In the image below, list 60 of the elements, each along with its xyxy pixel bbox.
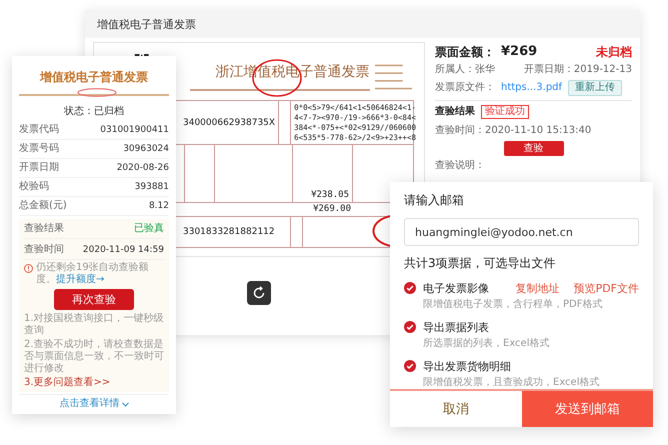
summary-text: 共计3项票据，可选导出文件 — [404, 255, 557, 272]
option-title: 导出发票货物明细 — [423, 359, 511, 374]
amount-label: 票面金额： — [435, 44, 495, 59]
option-description: 限增值税电子发票，含行程单，PDF格式 — [423, 298, 604, 311]
option-description: 限增值税发票，且查验成功，Excel格式 — [423, 376, 600, 389]
total-amount: ¥269.00 — [313, 204, 351, 214]
card-title: 增值税电子普通发票 — [40, 70, 148, 84]
field-label: 校验码 — [19, 181, 49, 194]
owner-text: 所属人：张华 — [435, 64, 495, 76]
amount-value: ¥269 — [501, 44, 538, 60]
note-label: 查验说明： — [435, 160, 486, 172]
status-text: 状态：已归档 — [64, 106, 124, 118]
checkbox-checked-icon[interactable] — [404, 282, 416, 294]
option-description: 所选票据的列表，Excel格式 — [423, 336, 550, 350]
more-questions-link[interactable]: 3.更多问题查看>> — [24, 377, 164, 390]
reupload-button[interactable]: 重新上传 — [568, 80, 622, 96]
archive-status: 未归档 — [596, 44, 632, 59]
window-title: 增值税电子普通发票 — [97, 16, 196, 32]
field-value: 8.12 — [148, 200, 169, 212]
dialog-title: 请输入邮箱 — [404, 192, 465, 209]
action-link[interactable]: 复制地址 — [516, 281, 560, 296]
checkbox-checked-icon[interactable] — [404, 321, 416, 333]
field-value: 2020-08-26 — [116, 162, 169, 174]
rotate-button[interactable] — [247, 281, 271, 305]
field-value: 2020-11-09 14:59 — [82, 244, 164, 256]
details-link[interactable]: 点击查看详情 — [60, 398, 120, 410]
field-value: 031001900411 — [100, 124, 169, 136]
recheck-button[interactable]: 再次查验 — [54, 289, 134, 310]
issue-date: 开票日期：2019-12-13 — [524, 64, 632, 76]
field-value: 30963024 — [123, 144, 169, 155]
check-result: 已验真 — [134, 223, 164, 236]
check-label: 查验结果 — [435, 106, 475, 118]
field-label: 发票代码 — [19, 124, 59, 136]
email-input[interactable]: huangminglei@yodoo.net.cn — [404, 218, 639, 246]
upgrade-link[interactable]: 提升额度→ — [56, 274, 104, 286]
field-label: 开票日期 — [19, 162, 59, 174]
tip-text: 2.查验不成功时，请校查数据是否与票面信息一致，不一致时可进行修改 — [24, 339, 164, 376]
option-title: 导出票据列表 — [423, 320, 489, 335]
chevron-down-icon — [122, 402, 128, 407]
cancel-button[interactable]: 取消 — [390, 391, 522, 427]
rotate-icon — [252, 286, 266, 300]
option-title: 电子发票影像 — [423, 281, 489, 296]
file-link[interactable]: https...3.pdf — [501, 82, 562, 94]
send-button[interactable]: 发送到邮箱 — [522, 391, 653, 427]
file-label: 发票原文件： — [435, 82, 495, 94]
action-link[interactable]: 预览PDF文件 — [574, 281, 639, 296]
status-badge: 验证成功 — [481, 104, 529, 119]
subtotal-amount: ¥238.05 — [311, 190, 349, 200]
seller-tax-id: 3301833281882112 — [183, 227, 275, 237]
tip-text: 1.对接国税查询接口，一键秒级查询 — [24, 313, 164, 338]
buyer-tax-id: 340000662938735X — [183, 118, 276, 128]
field-value: 393881 — [134, 182, 169, 193]
field-label: 发票号码 — [19, 143, 59, 156]
field-label: 查验时间 — [24, 244, 64, 256]
check-time: 查验时间：2020-11-10 15:13:40 — [435, 124, 592, 137]
field-label: 查验结果 — [24, 223, 64, 236]
notice-text: 仍还剩余19张自动查验额度。提升额度→ — [36, 262, 150, 286]
check-button[interactable]: 查验 — [504, 140, 564, 156]
field-label: 总金额(元) — [19, 200, 67, 212]
checkbox-checked-icon[interactable] — [404, 360, 416, 372]
